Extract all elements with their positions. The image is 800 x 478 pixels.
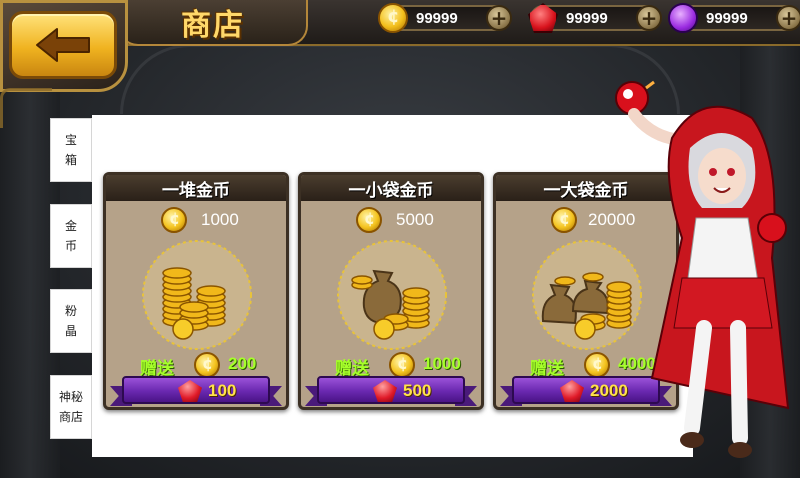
gold-coin-icon (389, 352, 415, 378)
ruby-gem-icon (560, 380, 584, 402)
item-title: 一小袋金币 (348, 180, 434, 201)
bonus-amount: 1000 (423, 354, 461, 373)
tab-label-line2: 晶 (64, 324, 77, 338)
card-header: 一小袋金币 (301, 175, 481, 201)
tab-label-line2: 箱 (64, 153, 77, 167)
purple-crystal-icon (668, 3, 698, 33)
gold-coin-icon (356, 207, 382, 233)
gold-coin-icon (378, 3, 408, 33)
tab-pink-crystal[interactable]: 粉 晶 (50, 289, 92, 353)
gold-coin-icon (584, 352, 610, 378)
card-header: 一堆金币 (106, 175, 286, 201)
tab-mystery-shop[interactable]: 神秘 商店 (50, 375, 92, 439)
ruby-gem-icon (178, 380, 202, 402)
tab-label-line1: 宝 (64, 133, 77, 147)
gold-amount: 99999 (416, 10, 458, 27)
title-plate: 商店 (118, 0, 308, 46)
item-price: 500 (403, 381, 432, 400)
plus-icon: + (640, 6, 658, 30)
small-coin-bag-image (337, 240, 447, 350)
coin-pile-image (142, 240, 252, 350)
ribbon-body: 500 (317, 376, 465, 404)
gold-coin-icon (194, 352, 220, 378)
ribbon-body: 100 (122, 376, 270, 404)
gold-currency-display: 99999 + (378, 3, 512, 33)
tab-label-line1: 金 (64, 219, 77, 233)
tab-label-line1: 粉 (64, 304, 77, 318)
tab-gold-coins[interactable]: 金 币 (50, 204, 92, 268)
crystal-amount: 99999 (706, 10, 748, 27)
ruby-amount: 99999 (566, 10, 608, 27)
back-button[interactable] (9, 11, 117, 79)
back-button-frame (0, 0, 128, 92)
ruby-gem-icon (373, 380, 397, 402)
price-ribbon[interactable]: 100 (110, 376, 282, 406)
item-price: 100 (208, 381, 237, 400)
ruby-currency-display: 99999 + (528, 3, 662, 33)
tab-label-line2: 商店 (58, 410, 83, 424)
red-hood-character-illustration (615, 80, 790, 458)
frame-corner-decoration (0, 88, 52, 128)
item-amount-row: 5000 (301, 207, 481, 235)
tab-label-line1: 神秘 (58, 390, 83, 404)
crystal-currency-display: 99999 + (668, 3, 800, 33)
bonus-row: 赠送 200 (106, 351, 286, 379)
item-amount: 5000 (396, 210, 434, 229)
add-gold-button[interactable]: + (486, 5, 512, 31)
plus-icon: + (780, 6, 798, 30)
tab-label-line2: 币 (64, 239, 77, 253)
gold-coin-icon (161, 207, 187, 233)
item-amount-row: 1000 (106, 207, 286, 235)
left-arrow-icon (36, 28, 90, 62)
add-crystal-button[interactable]: + (776, 5, 800, 31)
plus-icon: + (490, 6, 508, 30)
tab-treasure-chest[interactable]: 宝 箱 (50, 118, 92, 182)
stone-arch-decoration (120, 44, 680, 114)
price-ribbon[interactable]: 500 (305, 376, 477, 406)
add-ruby-button[interactable]: + (636, 5, 662, 31)
bonus-row: 赠送 1000 (301, 351, 481, 379)
shop-item-coin-pile[interactable]: 一堆金币 1000 赠送 200 100 (103, 172, 289, 410)
shop-item-small-coin-bag[interactable]: 一小袋金币 5000 赠送 1000 500 (298, 172, 484, 410)
page-title: 商店 (181, 8, 245, 43)
ruby-gem-icon (528, 3, 558, 33)
gold-coin-icon (551, 207, 577, 233)
item-amount: 1000 (201, 210, 239, 229)
item-title: 一堆金币 (162, 180, 230, 201)
bonus-amount: 200 (228, 354, 257, 373)
